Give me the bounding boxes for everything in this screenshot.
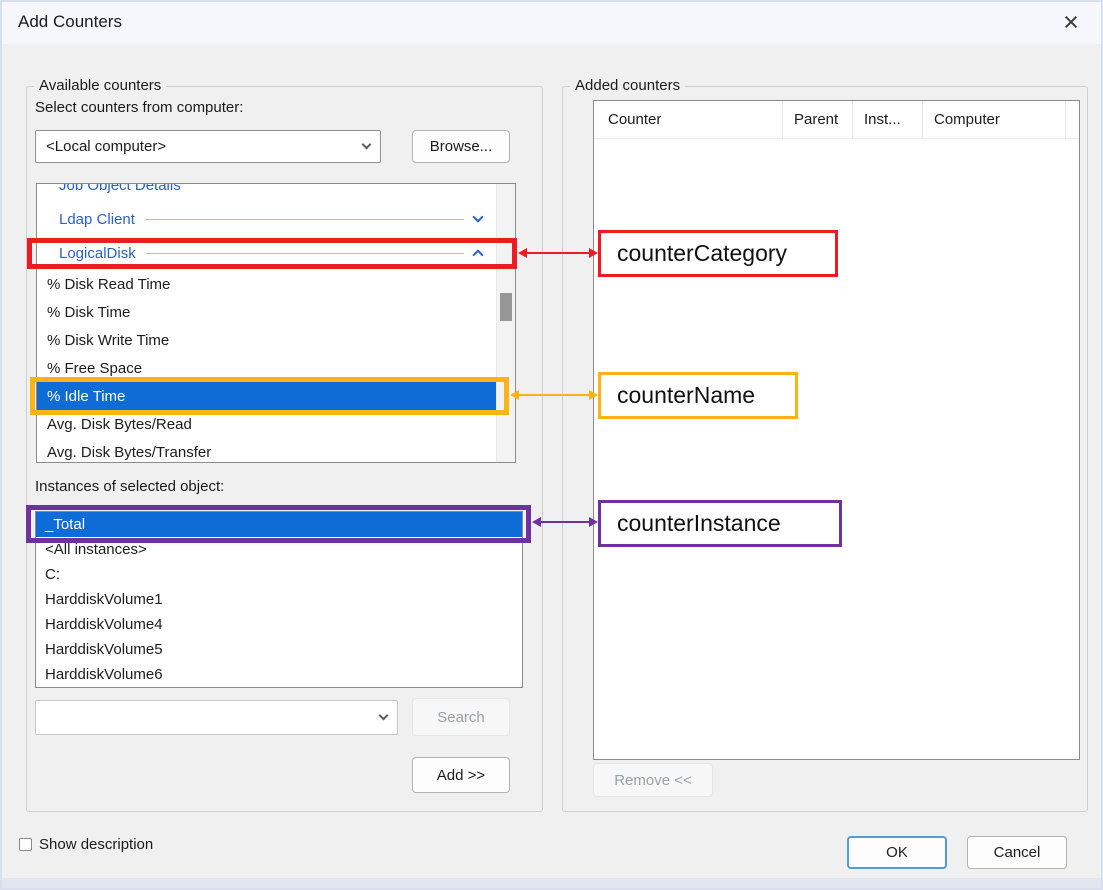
counters-list-inner: Job Object Details Ldap Client LogicalDi… — [37, 183, 496, 463]
annotation-label-counter-instance: counterInstance — [598, 500, 842, 547]
counter-label: % Disk Read Time — [47, 276, 170, 293]
add-button-label: Add >> — [437, 767, 485, 784]
chevron-up-icon — [472, 249, 483, 260]
remove-button-label: Remove << — [614, 772, 692, 789]
annotation-arrow-counter-instance — [532, 517, 598, 527]
counter-item-avg-disk-bytes-transfer[interactable]: Avg. Disk Bytes/Transfer — [37, 438, 496, 463]
column-header-counter[interactable]: Counter — [594, 101, 783, 138]
counter-item-free-space[interactable]: % Free Space — [37, 354, 496, 382]
annotation-label-counter-category: counterCategory — [598, 230, 838, 277]
select-computer-label: Select counters from computer: — [35, 99, 243, 116]
column-header-parent[interactable]: Parent — [783, 101, 853, 138]
counter-label: Avg. Disk Bytes/Transfer — [47, 444, 211, 461]
category-label: Ldap Client — [59, 211, 135, 228]
counter-label: Avg. Disk Bytes/Read — [47, 416, 192, 433]
scrollbar-thumb[interactable] — [500, 293, 512, 321]
close-icon: × — [1063, 9, 1079, 36]
checkbox-icon — [19, 838, 32, 851]
counter-label: % Disk Write Time — [47, 332, 169, 349]
counters-list[interactable]: Job Object Details Ldap Client LogicalDi… — [36, 183, 516, 463]
instance-label: HarddiskVolume1 — [45, 591, 163, 608]
category-rule — [146, 253, 464, 254]
show-description-checkbox[interactable]: Show description — [19, 836, 153, 853]
column-header-computer[interactable]: Computer — [923, 101, 1066, 138]
added-counters-table: Counter Parent Inst... Computer — [593, 100, 1080, 760]
instances-list[interactable]: _Total <All instances> C: HarddiskVolume… — [35, 511, 523, 688]
browse-button-label: Browse... — [430, 138, 493, 155]
added-counters-table-header: Counter Parent Inst... Computer — [594, 101, 1079, 139]
annotation-text: counterCategory — [617, 240, 787, 267]
counter-item-idle-time[interactable]: % Idle Time — [37, 382, 496, 410]
instance-label: HarddiskVolume5 — [45, 641, 163, 658]
scrollbar[interactable] — [496, 184, 515, 462]
available-counters-group-label: Available counters — [34, 77, 166, 94]
counter-label: % Disk Time — [47, 304, 130, 321]
counter-category-logicaldisk[interactable]: LogicalDisk — [37, 236, 496, 270]
counter-label: % Idle Time — [47, 388, 125, 405]
instance-item-harddiskvolume4[interactable]: HarddiskVolume4 — [36, 612, 522, 637]
counter-item-disk-write-time[interactable]: % Disk Write Time — [37, 326, 496, 354]
search-button-label: Search — [437, 709, 485, 726]
counter-item-disk-read-time[interactable]: % Disk Read Time — [37, 270, 496, 298]
counter-label: % Free Space — [47, 360, 142, 377]
annotation-label-counter-name: counterName — [598, 372, 798, 419]
counter-item-avg-disk-bytes-read[interactable]: Avg. Disk Bytes/Read — [37, 410, 496, 438]
added-counters-group-label: Added counters — [570, 77, 685, 94]
category-rule — [145, 219, 464, 220]
instance-item-harddiskvolume6[interactable]: HarddiskVolume6 — [36, 662, 522, 687]
cancel-button-label: Cancel — [994, 844, 1041, 861]
show-description-label: Show description — [39, 836, 153, 853]
search-input[interactable] — [35, 700, 398, 735]
close-button[interactable]: × — [1049, 0, 1093, 44]
instance-label: <All instances> — [45, 541, 147, 558]
browse-button[interactable]: Browse... — [412, 130, 510, 163]
ok-button-label: OK — [886, 844, 908, 861]
add-button[interactable]: Add >> — [412, 757, 510, 793]
window-title: Add Counters — [18, 0, 122, 44]
search-button[interactable]: Search — [412, 698, 510, 736]
computer-select-value: <Local computer> — [46, 138, 363, 155]
instance-item-harddiskvolume1[interactable]: HarddiskVolume1 — [36, 587, 522, 612]
instance-item-total[interactable]: _Total — [36, 512, 522, 537]
instance-label: HarddiskVolume4 — [45, 616, 163, 633]
annotation-arrow-counter-name — [510, 390, 598, 400]
category-label: Job Object Details — [59, 183, 181, 194]
instance-label: C: — [45, 566, 60, 583]
annotation-arrow-counter-category — [518, 248, 598, 258]
category-label: LogicalDisk — [59, 245, 136, 262]
counter-category-job-object-details[interactable]: Job Object Details — [37, 183, 496, 202]
add-counters-dialog: Add Counters × Available counters Select… — [0, 0, 1103, 890]
annotation-text: counterName — [617, 382, 755, 409]
counter-item-disk-time[interactable]: % Disk Time — [37, 298, 496, 326]
title-bar: Add Counters × — [0, 0, 1103, 44]
computer-select[interactable]: <Local computer> — [35, 130, 381, 163]
instance-item-c[interactable]: C: — [36, 562, 522, 587]
remove-button[interactable]: Remove << — [593, 763, 713, 797]
instance-label: _Total — [45, 516, 85, 533]
instances-label: Instances of selected object: — [35, 478, 224, 495]
instance-label: HarddiskVolume6 — [45, 666, 163, 683]
cancel-button[interactable]: Cancel — [967, 836, 1067, 869]
counter-category-ldap-client[interactable]: Ldap Client — [37, 202, 496, 236]
annotation-text: counterInstance — [617, 510, 781, 537]
chevron-down-icon — [362, 140, 372, 150]
chevron-down-icon — [379, 711, 389, 721]
window-bottom-edge — [0, 878, 1103, 890]
column-header-instance[interactable]: Inst... — [853, 101, 923, 138]
chevron-down-icon — [472, 211, 483, 222]
instance-item-all-instances[interactable]: <All instances> — [36, 537, 522, 562]
ok-button[interactable]: OK — [847, 836, 947, 869]
instance-item-harddiskvolume5[interactable]: HarddiskVolume5 — [36, 637, 522, 662]
